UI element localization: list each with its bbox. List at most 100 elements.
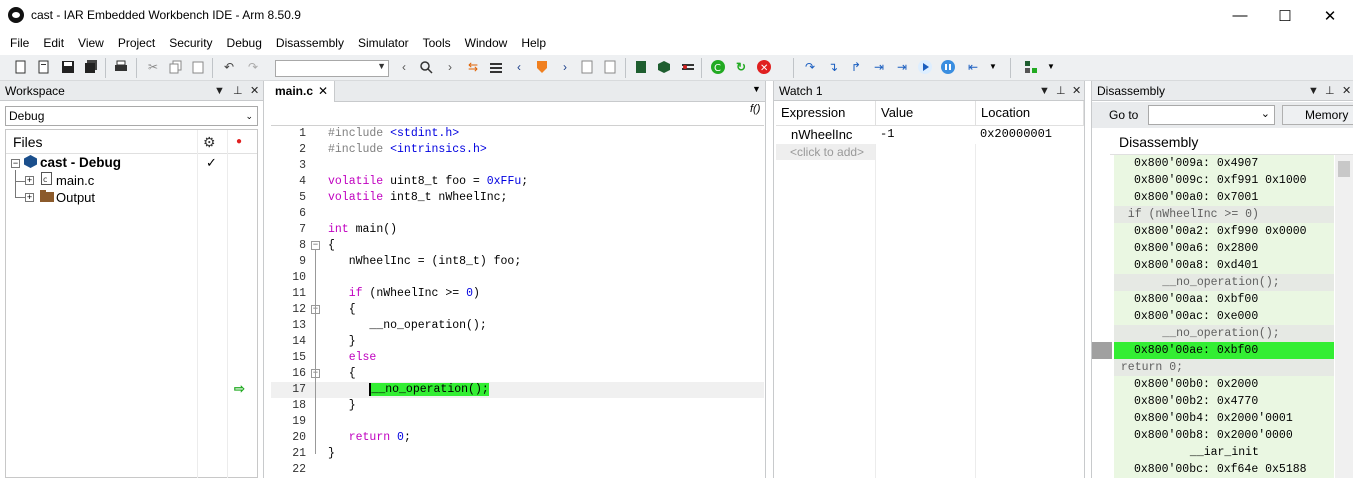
add-expression-row[interactable]: <click to add> bbox=[776, 144, 875, 160]
shield-icon[interactable] bbox=[534, 59, 550, 75]
expand-icon[interactable]: + bbox=[25, 176, 34, 185]
code-line[interactable]: 15 else bbox=[271, 350, 764, 366]
navigate-back-icon[interactable]: ‹ bbox=[511, 59, 527, 75]
find-icon[interactable] bbox=[418, 59, 434, 75]
code-line[interactable]: 10 bbox=[271, 270, 764, 286]
source-line[interactable]: __no_operation(); bbox=[1114, 325, 1334, 342]
menu-disassembly[interactable]: Disassembly bbox=[269, 31, 351, 55]
record-icon[interactable]: ● bbox=[236, 133, 242, 150]
menu-edit[interactable]: Edit bbox=[36, 31, 71, 55]
code-line[interactable]: 16 {− bbox=[271, 366, 764, 382]
save-icon[interactable] bbox=[60, 59, 76, 75]
menu-help[interactable]: Help bbox=[514, 31, 553, 55]
menu-security[interactable]: Security bbox=[162, 31, 219, 55]
menu-tools[interactable]: Tools bbox=[416, 31, 458, 55]
download-icon[interactable] bbox=[633, 59, 649, 75]
step-over-icon[interactable]: ↷ bbox=[802, 59, 818, 75]
step-icon[interactable]: ⇤ bbox=[965, 59, 981, 75]
back-icon[interactable]: ‹ bbox=[396, 59, 412, 75]
undo-icon[interactable]: ↶ bbox=[221, 59, 237, 75]
panel-menu-icon[interactable]: ▼ bbox=[1039, 81, 1050, 101]
expand-icon[interactable]: + bbox=[25, 193, 34, 202]
forward-icon[interactable]: › bbox=[442, 59, 458, 75]
code-line[interactable]: 18 } bbox=[271, 398, 764, 414]
disassembly-line[interactable]: 0x800'00b8: 0x2000'0000 bbox=[1114, 427, 1334, 444]
print-icon[interactable] bbox=[113, 59, 129, 75]
code-line[interactable]: 20 return 0; bbox=[271, 430, 764, 446]
close-icon[interactable]: ✕ bbox=[1342, 81, 1351, 101]
goto-input[interactable]: ⌄ bbox=[1148, 105, 1275, 125]
code-line[interactable]: 13 __no_operation(); bbox=[271, 318, 764, 334]
memory-button[interactable]: Memory bbox=[1282, 105, 1353, 125]
step-out-icon[interactable]: ↱ bbox=[848, 59, 864, 75]
overflow-icon[interactable]: ▼ bbox=[1043, 59, 1059, 75]
find-combo[interactable]: ▼ bbox=[275, 60, 389, 77]
step-into-icon[interactable]: ↴ bbox=[825, 59, 841, 75]
disassembly-line[interactable]: 0x800'00bc: 0xf64e 0x5188 bbox=[1114, 461, 1334, 478]
disassembly-line[interactable]: 0x800'009c: 0xf991 0x1000 bbox=[1114, 172, 1334, 189]
maximize-button[interactable]: ☐ bbox=[1262, 0, 1308, 31]
column-expression[interactable]: Expression bbox=[776, 101, 876, 125]
panel-menu-icon[interactable]: ▼ bbox=[214, 81, 225, 101]
reset-icon[interactable]: C bbox=[710, 59, 726, 75]
cut-icon[interactable]: ✂ bbox=[145, 59, 161, 75]
code-line[interactable]: 21} bbox=[271, 446, 764, 462]
menu-window[interactable]: Window bbox=[458, 31, 515, 55]
breakpoint-list-icon[interactable] bbox=[680, 59, 696, 75]
code-line[interactable]: 2 #include <intrinsics.h> bbox=[271, 142, 764, 158]
code-line[interactable]: 14 } bbox=[271, 334, 764, 350]
next-statement-icon[interactable]: ⇥ bbox=[871, 59, 887, 75]
new-document-icon[interactable] bbox=[36, 59, 52, 75]
pin-icon[interactable]: ⊥ bbox=[233, 81, 243, 101]
disassembly-line[interactable]: 0x800'00b4: 0x2000'0001 bbox=[1114, 410, 1334, 427]
tabs-menu-icon[interactable]: ▼ bbox=[752, 84, 761, 94]
code-line[interactable]: 6 bbox=[271, 206, 764, 222]
close-button[interactable]: ✕ bbox=[1307, 0, 1353, 31]
menu-simulator[interactable]: Simulator bbox=[351, 31, 416, 55]
disassembly-line[interactable]: __iar_init bbox=[1114, 444, 1334, 461]
code-line[interactable]: 11 if (nWheelInc >= 0) bbox=[271, 286, 764, 302]
disassembly-line[interactable]: 0x800'00a0: 0x7001 bbox=[1114, 189, 1334, 206]
toggle-bookmark-icon[interactable]: ⇆ bbox=[465, 59, 481, 75]
watch-value[interactable]: -1 bbox=[880, 127, 894, 141]
next-bookmark-icon[interactable] bbox=[488, 59, 504, 75]
source-line[interactable]: if (nWheelInc >= 0) bbox=[1114, 206, 1334, 223]
code-line[interactable]: 9 nWheelInc = (int8_t) foo; bbox=[271, 254, 764, 270]
menu-debug[interactable]: Debug bbox=[220, 31, 269, 55]
dropdown-icon[interactable]: ▼ bbox=[985, 59, 1001, 75]
watch-expression[interactable]: nWheelInc bbox=[791, 127, 852, 142]
navigate-forward-icon[interactable]: › bbox=[557, 59, 573, 75]
copy-icon[interactable] bbox=[168, 59, 184, 75]
menu-file[interactable]: File bbox=[3, 31, 36, 55]
code-line[interactable]: 1 #include <stdint.h> bbox=[271, 126, 764, 142]
column-location[interactable]: Location bbox=[976, 101, 1084, 125]
collapse-icon[interactable]: − bbox=[11, 159, 20, 168]
pin-icon[interactable]: ⊥ bbox=[1056, 81, 1066, 101]
code-line[interactable]: 3 bbox=[271, 158, 764, 174]
menu-view[interactable]: View bbox=[71, 31, 111, 55]
refresh-icon[interactable]: ↻ bbox=[733, 59, 749, 75]
disassembly-line[interactable]: 0x800'00aa: 0xbf00 bbox=[1114, 291, 1334, 308]
break-icon[interactable] bbox=[940, 59, 956, 75]
stop-icon[interactable]: ✕ bbox=[756, 59, 772, 75]
code-line[interactable]: 17 ⇨ __no_operation(); bbox=[234, 382, 764, 398]
function-navigator-button[interactable]: f() bbox=[750, 103, 760, 115]
disassembly-line[interactable]: 0x800'00ac: 0xe000 bbox=[1114, 308, 1334, 325]
source-line[interactable]: __no_operation(); bbox=[1114, 274, 1334, 291]
run-to-cursor-icon[interactable]: ⇥ bbox=[894, 59, 910, 75]
save-all-icon[interactable] bbox=[83, 59, 99, 75]
code-line[interactable]: 5 volatile int8_t nWheelInc; bbox=[271, 190, 764, 206]
panel-menu-icon[interactable]: ▼ bbox=[1308, 81, 1319, 101]
code-editor[interactable]: 1 #include <stdint.h> 2 #include <intrinsic… bbox=[234, 125, 764, 478]
previous-icon[interactable] bbox=[579, 59, 595, 75]
disassembly-line[interactable]: 0x800'00a8: 0xd401 bbox=[1114, 257, 1334, 274]
debug-icon[interactable] bbox=[656, 59, 672, 75]
source-line[interactable]: return 0; bbox=[1114, 359, 1334, 376]
disassembly-line[interactable]: 0x800'009a: 0x4907 bbox=[1114, 155, 1334, 172]
pin-icon[interactable]: ⊥ bbox=[1325, 81, 1335, 101]
disassembly-line[interactable]: 0x800'00a6: 0x2800 bbox=[1114, 240, 1334, 257]
configuration-select[interactable]: Debug ⌄ bbox=[5, 106, 258, 126]
disassembly-line[interactable]: 0x800'00a2: 0xf990 0x0000 bbox=[1114, 223, 1334, 240]
minimize-button[interactable]: — bbox=[1217, 0, 1263, 31]
project-name[interactable]: cast - Debug bbox=[40, 154, 121, 171]
